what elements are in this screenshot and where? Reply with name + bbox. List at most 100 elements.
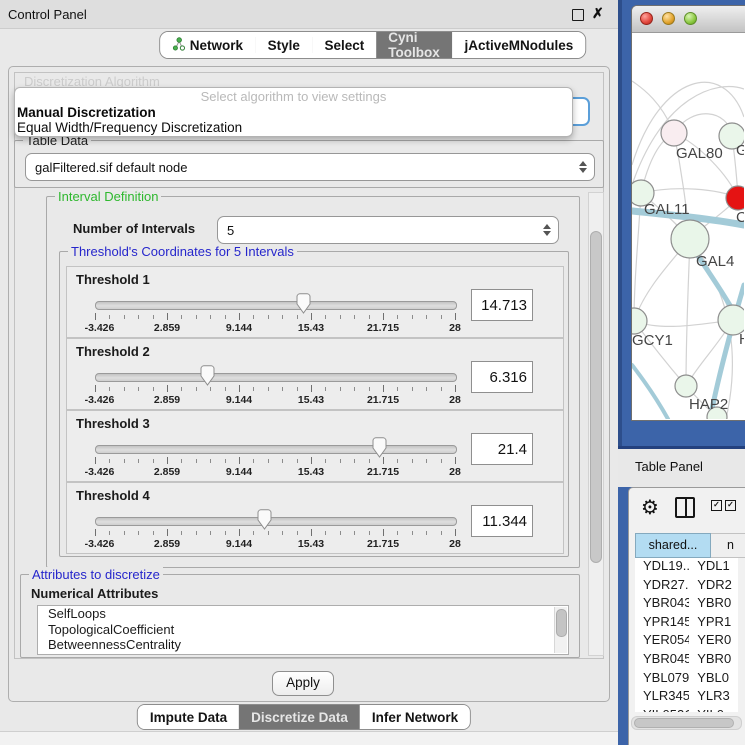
- slider-tick-labels: -3.426 2.859 9.144 15.43 21.715 28: [95, 466, 455, 478]
- threshold-1-slider[interactable]: -3.426 2.859 9.144 15.43 21.715 28: [95, 295, 455, 335]
- column-header-shared-name[interactable]: shared...: [635, 533, 711, 558]
- threshold-2-label: Threshold 2: [76, 344, 150, 359]
- table-row[interactable]: YPR145WYPR1: [635, 614, 738, 633]
- table-row[interactable]: YBR045CYBR0: [635, 651, 738, 670]
- threshold-4-value-input[interactable]: [471, 505, 533, 537]
- list-item[interactable]: BetweennessCentrality: [38, 637, 568, 653]
- combo-spinner-icon: [543, 224, 551, 236]
- network-graph: GAL80 GA C GAL11 GAL4 GCY1 H HAP2: [632, 33, 744, 419]
- node-label: GCY1: [632, 332, 673, 349]
- threshold-1-panel: Threshold 1 -3.426 2.859 9.144 15.43 21.…: [66, 266, 564, 338]
- table-row[interactable]: YLR345WYLR3: [635, 688, 738, 707]
- scrollbar-thumb[interactable]: [590, 231, 602, 563]
- node-gcy1[interactable]: [632, 308, 647, 334]
- close-traffic-light-icon[interactable]: [640, 12, 653, 25]
- gear-icon[interactable]: ⚙: [641, 495, 659, 519]
- thresholds-group: Threshold's Coordinates for 5 Intervals …: [59, 251, 569, 557]
- threshold-3-value-input[interactable]: [471, 433, 533, 465]
- table-row[interactable]: YER054CYER0: [635, 632, 738, 651]
- zoom-traffic-light-icon[interactable]: [684, 12, 697, 25]
- node-hap2[interactable]: [675, 375, 697, 397]
- select-columns-icons: ✓ ✓: [711, 500, 736, 511]
- table-header: shared... n: [635, 533, 745, 558]
- slider-tick-labels: -3.426 2.859 9.144 15.43 21.715 28: [95, 538, 455, 550]
- split-columns-icon[interactable]: [675, 497, 695, 518]
- tab-discretize-data[interactable]: Discretize Data: [239, 705, 360, 729]
- network-window-titlebar[interactable]: [632, 6, 745, 33]
- minimize-traffic-light-icon[interactable]: [662, 12, 675, 25]
- attributes-group: Attributes to discretize Numerical Attri…: [20, 574, 580, 658]
- tab-style[interactable]: Style: [256, 32, 312, 58]
- slider-track[interactable]: [95, 517, 457, 526]
- slider-ticks: [95, 313, 455, 322]
- slider-ticks: [95, 385, 455, 394]
- list-item[interactable]: TopologicalCoefficient: [38, 622, 568, 638]
- column-header-name[interactable]: n: [711, 533, 745, 558]
- threshold-3-panel: Threshold 3 -3.426 2.859 9.144 15.43 21.…: [66, 410, 564, 482]
- table-row[interactable]: YBL079WYBL0: [635, 670, 738, 689]
- tab-impute-data[interactable]: Impute Data: [138, 705, 239, 729]
- slider-thumb[interactable]: [200, 365, 215, 386]
- table-panel-titlebar: Table Panel: [618, 446, 745, 487]
- table-horizontal-scrollbar[interactable]: [631, 716, 742, 730]
- slider-thumb[interactable]: [296, 293, 311, 314]
- threshold-4-panel: Threshold 4 -3.426 2.859 9.144 15.43 21.…: [66, 482, 564, 554]
- threshold-2-value-input[interactable]: [471, 361, 533, 393]
- dropdown-option-manual[interactable]: Manual Discretization: [15, 105, 572, 120]
- threshold-1-value-input[interactable]: [471, 289, 533, 321]
- slider-thumb[interactable]: [372, 437, 387, 458]
- status-strip: [0, 731, 618, 745]
- panel-divider[interactable]: [618, 0, 622, 448]
- table-row[interactable]: YDR27...YDR2: [635, 577, 738, 596]
- close-icon[interactable]: ✗: [592, 5, 604, 22]
- table-row[interactable]: YDL19...YDL1: [635, 558, 738, 577]
- number-of-intervals-combo[interactable]: 5: [217, 216, 559, 244]
- threshold-2-panel: Threshold 2 -3.426 2.859 9.144 15.43 21.…: [66, 338, 564, 410]
- table-data-combo[interactable]: galFiltered.sif default node: [25, 153, 595, 181]
- dropdown-option-equal-width[interactable]: Equal Width/Frequency Discretization: [15, 120, 572, 135]
- dropdown-placeholder: Select algorithm to view settings: [15, 88, 572, 105]
- table-row[interactable]: YIL052CYIL0: [635, 707, 738, 712]
- checkbox-icon[interactable]: ✓: [711, 500, 722, 511]
- table-panel-title: Table Panel: [635, 459, 703, 474]
- checkbox-icon[interactable]: ✓: [725, 500, 736, 511]
- numerical-attributes-label: Numerical Attributes: [31, 586, 158, 601]
- control-panel-titlebar: Control Panel ✗: [0, 0, 618, 29]
- threshold-2-slider[interactable]: -3.426 2.859 9.144 15.43 21.715 28: [95, 367, 455, 407]
- slider-tick-labels: -3.426 2.859 9.144 15.43 21.715 28: [95, 394, 455, 406]
- list-item[interactable]: SelfLoops: [38, 606, 568, 622]
- tab-infer-network[interactable]: Infer Network: [360, 705, 470, 729]
- tab-cyni-toolbox[interactable]: Cyni Toolbox: [376, 32, 452, 58]
- threshold-1-label: Threshold 1: [76, 272, 150, 287]
- node-label: GAL4: [696, 253, 734, 270]
- apply-button[interactable]: Apply: [272, 671, 334, 696]
- threshold-3-slider[interactable]: -3.426 2.859 9.144 15.43 21.715 28: [95, 439, 455, 479]
- table-row[interactable]: YBR043CYBR0: [635, 595, 738, 614]
- node-label: C: [736, 209, 744, 226]
- node-table: shared... n YDL19...YDL1 YDR27...YDR2 YB…: [635, 533, 745, 712]
- slider-track[interactable]: [95, 445, 457, 454]
- combo-spinner-icon: [579, 161, 587, 173]
- slider-track[interactable]: [95, 301, 457, 310]
- threshold-4-slider[interactable]: -3.426 2.859 9.144 15.43 21.715 28: [95, 511, 455, 551]
- content-scrollbar[interactable]: [588, 192, 604, 656]
- table-panel-window: ⚙ ✓ ✓ shared... n YDL19...YDL1 YDR27...Y…: [628, 487, 745, 745]
- float-window-icon[interactable]: [572, 9, 584, 21]
- network-canvas[interactable]: GAL80 GA C GAL11 GAL4 GCY1 H HAP2: [632, 33, 744, 419]
- tab-jactivemnodules[interactable]: jActiveMNodules: [453, 32, 586, 58]
- list-scrollbar[interactable]: [554, 607, 567, 653]
- network-window: GAL80 GA C GAL11 GAL4 GCY1 H HAP2: [631, 5, 745, 421]
- numerical-attributes-list[interactable]: SelfLoops TopologicalCoefficient Between…: [37, 605, 569, 655]
- node-gal80[interactable]: [661, 120, 687, 146]
- node-label: GAL80: [676, 145, 723, 162]
- tab-select[interactable]: Select: [313, 32, 377, 58]
- desktop-background: GAL80 GA C GAL11 GAL4 GCY1 H HAP2 Table …: [618, 0, 745, 745]
- scrollbar-thumb[interactable]: [634, 718, 734, 728]
- node-highlighted-red[interactable]: [726, 186, 744, 210]
- slider-track[interactable]: [95, 373, 457, 382]
- interval-definition-group: Interval Definition Number of Intervals …: [46, 196, 580, 568]
- scrollbar-thumb[interactable]: [556, 609, 567, 637]
- tab-network[interactable]: Network: [160, 32, 255, 58]
- slider-thumb[interactable]: [257, 509, 272, 530]
- interval-definition-title: Interval Definition: [55, 189, 161, 204]
